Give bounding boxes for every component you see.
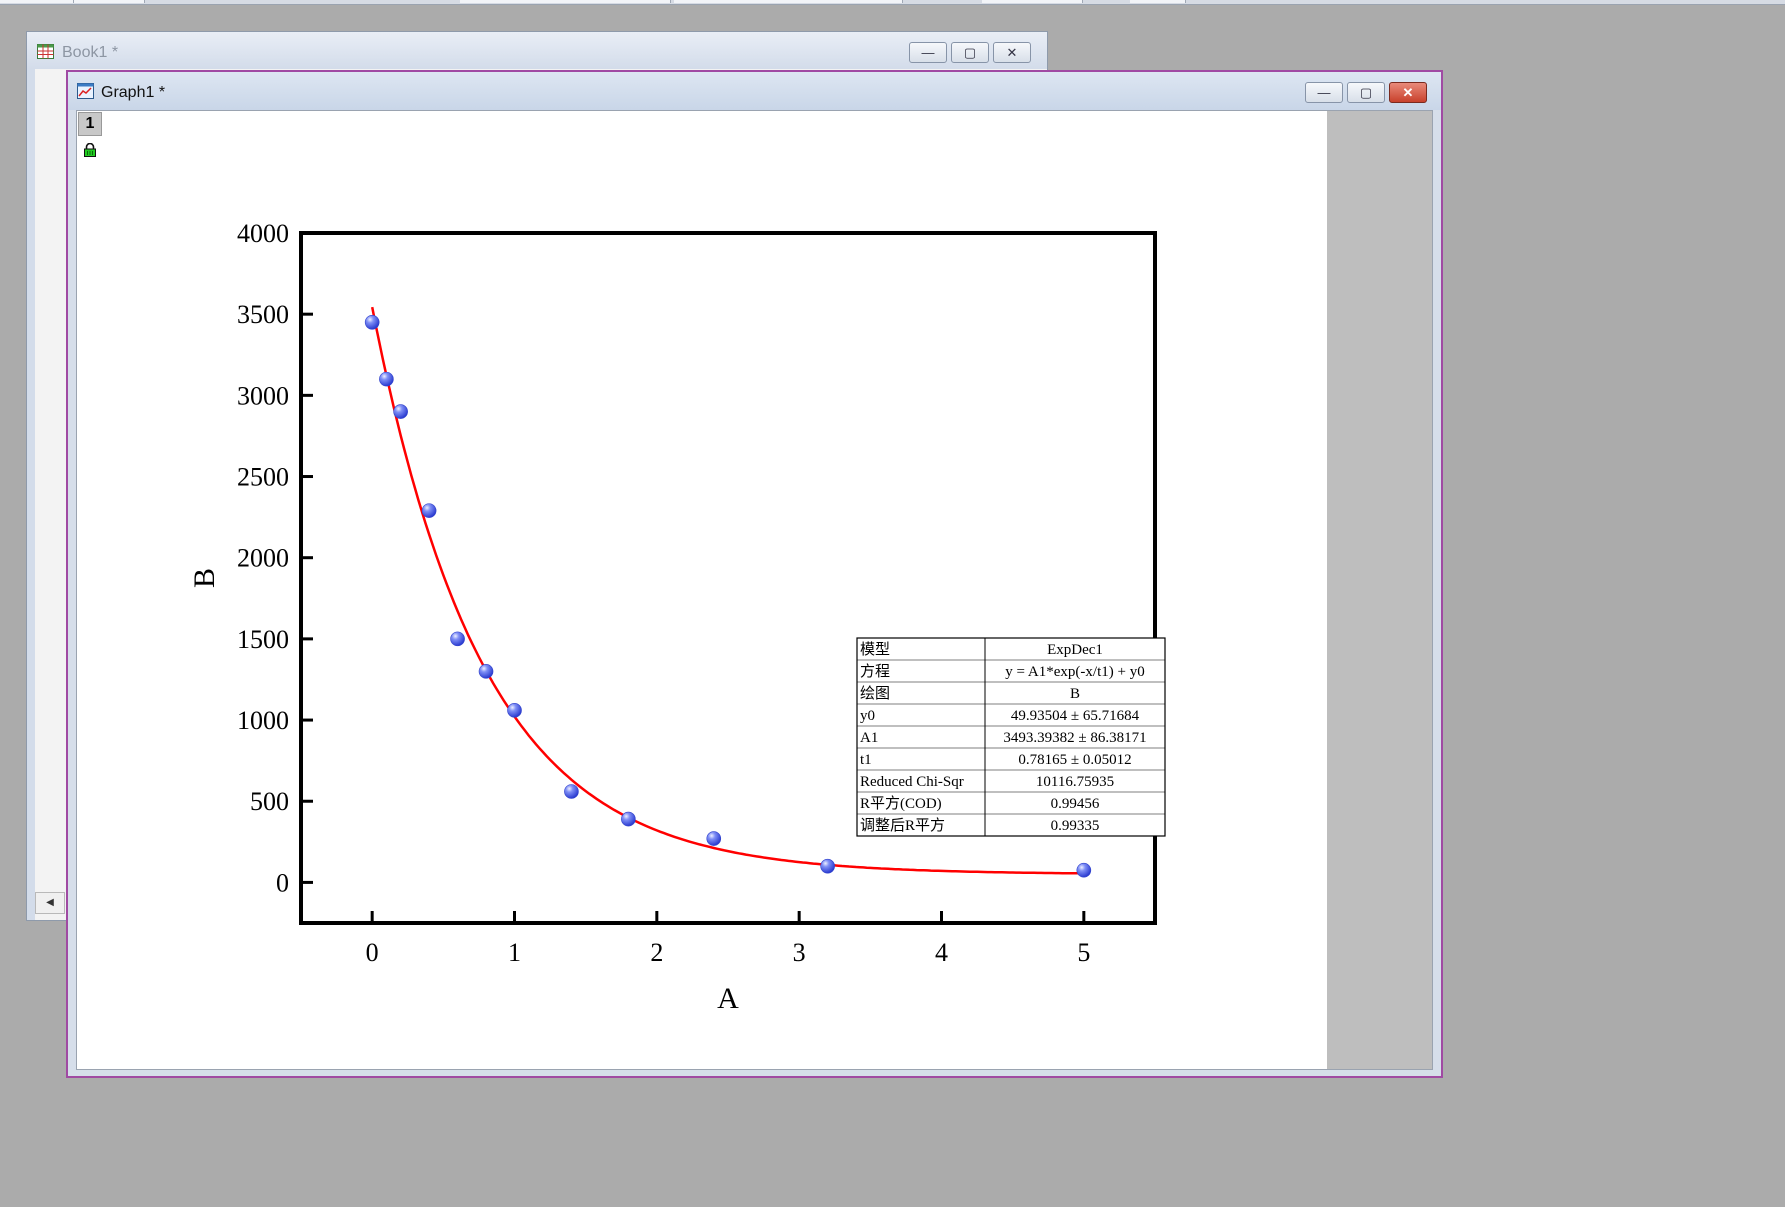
book1-title-bar[interactable]: Book1 * — ▢ ✕	[27, 32, 1047, 70]
top-strip-segment	[674, 0, 903, 3]
x-tick-label: 3	[793, 938, 806, 967]
fit-table-value: B	[1070, 686, 1080, 702]
data-point	[478, 664, 494, 679]
x-tick-label: 1	[508, 938, 521, 967]
y-tick-label: 4000	[237, 219, 289, 248]
graph1-minimize-button[interactable]: —	[1305, 82, 1343, 103]
data-point	[364, 314, 380, 330]
fit-table-param: 模型	[860, 641, 890, 658]
top-strip	[0, 0, 1785, 5]
y-tick-label: 1500	[237, 625, 289, 654]
workbook-icon	[37, 44, 54, 59]
data-point	[421, 503, 437, 518]
graph1-title-bar[interactable]: Graph1 * — ▢ ✕	[68, 72, 1441, 110]
data-point	[820, 858, 835, 874]
fit-table-param: Reduced Chi-Sqr	[860, 774, 964, 790]
book1-close-button[interactable]: ✕	[993, 42, 1031, 63]
graph1-close-button[interactable]: ✕	[1389, 82, 1427, 103]
data-point	[507, 703, 522, 718]
graph-icon	[77, 83, 94, 99]
y-tick-label: 3500	[237, 300, 289, 329]
fit-table-param: 方程	[860, 663, 890, 680]
fit-table-value: 0.99335	[1051, 818, 1100, 834]
fit-table-param: 调整后R平方	[860, 817, 945, 834]
data-point	[564, 784, 579, 799]
fit-table-value: 49.93504 ± 65.71684	[1011, 708, 1140, 724]
x-tick-label: 5	[1077, 938, 1090, 967]
chart-svg: 0 1 2 3 4 5 0 500 1000 1500 2000 2500 3000 3500 4000 A B…	[188, 219, 1166, 1015]
fit-table-value: ExpDec1	[1047, 642, 1103, 658]
book1-maximize-button[interactable]: ▢	[951, 42, 989, 63]
fit-table-value: 10116.75935	[1036, 774, 1114, 790]
fit-table-param: y0	[860, 708, 875, 724]
fit-table-value: 3493.39382 ± 86.38171	[1003, 730, 1146, 746]
top-strip-segment	[0, 0, 74, 3]
y-tick-label: 2500	[237, 463, 289, 492]
fit-table-value: 0.99456	[1051, 796, 1100, 812]
graph1-maximize-button[interactable]: ▢	[1347, 82, 1385, 103]
x-tick-label: 0	[366, 938, 379, 967]
graph1-title: Graph1 *	[101, 84, 166, 101]
fit-table-value: 0.78165 ± 0.05012	[1018, 752, 1131, 768]
fit-table-param: R平方(COD)	[860, 795, 942, 812]
graph1-window[interactable]: Graph1 * — ▢ ✕ 1 0 1 2 3 4 5 0 500 1000 …	[66, 70, 1443, 1078]
top-strip-segment	[460, 0, 671, 3]
graph1-client-area: 1 0 1 2 3 4 5 0 500 1000 1500 2000 2500 3000 3500 4000…	[76, 110, 1433, 1070]
data-point	[706, 831, 722, 846]
book1-frame	[27, 69, 35, 920]
data-point	[621, 811, 636, 827]
data-point	[1076, 862, 1092, 878]
y-tick-label: 1000	[237, 706, 289, 735]
fit-table-param: A1	[860, 730, 878, 746]
book1-title: Book1 *	[62, 44, 119, 61]
fit-table-value: y = A1*exp(-x/t1) + y0	[1005, 664, 1144, 680]
data-point	[450, 631, 465, 647]
y-tick-label: 2000	[237, 544, 289, 573]
fit-table-param: 绘图	[860, 685, 890, 702]
x-axis-label: A	[717, 982, 739, 1015]
x-tick-label: 2	[650, 938, 663, 967]
y-axis-label: B	[188, 568, 221, 588]
graph-page[interactable]: 1 0 1 2 3 4 5 0 500 1000 1500 2000 2500 3000 3500 4000…	[77, 111, 1327, 1069]
x-tick-label: 4	[935, 938, 948, 967]
top-strip-segment	[74, 0, 145, 3]
top-strip-segment	[982, 0, 1083, 3]
data-point	[393, 404, 408, 419]
book1-minimize-button[interactable]: —	[909, 42, 947, 63]
scroll-left-icon[interactable]: ◀	[35, 892, 65, 914]
data-point	[379, 371, 394, 387]
y-tick-label: 0	[276, 868, 289, 897]
y-tick-label: 3000	[237, 381, 289, 410]
fit-table-param: t1	[860, 752, 872, 768]
top-strip-segment	[1130, 0, 1186, 3]
y-tick-label: 500	[250, 787, 289, 816]
